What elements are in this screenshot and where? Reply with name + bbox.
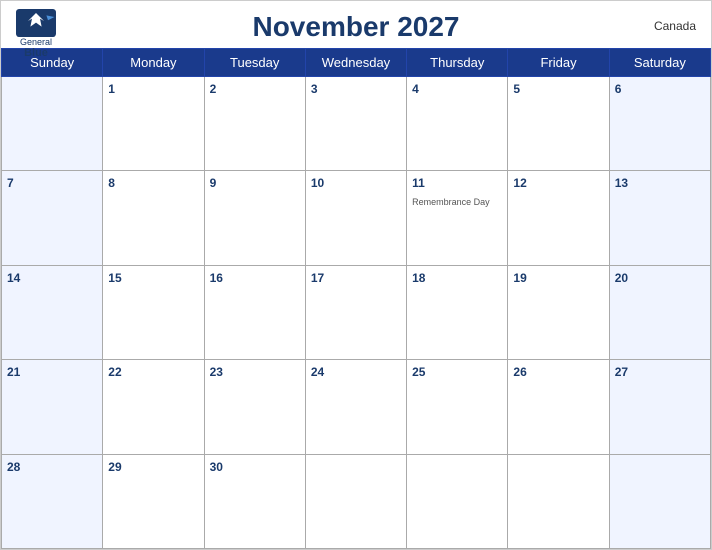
day-number: 14 (7, 271, 20, 285)
day-number: 16 (210, 271, 223, 285)
day-number: 13 (615, 176, 628, 190)
logo-blue: Blue (24, 47, 48, 59)
calendar-cell: 15 (103, 265, 204, 359)
calendar-cell: 6 (609, 77, 710, 171)
calendar-cell (508, 454, 609, 548)
calendar-cell: 2 (204, 77, 305, 171)
calendar-cell: 9 (204, 171, 305, 265)
calendar-week-row: 7 8 9 10 11 Remembrance Day 12 13 (2, 171, 711, 265)
day-number: 28 (7, 460, 20, 474)
calendar-cell: 18 (407, 265, 508, 359)
calendar-cell: 27 (609, 360, 710, 454)
header-monday: Monday (103, 49, 204, 77)
calendar-cell: 23 (204, 360, 305, 454)
calendar-cell (2, 77, 103, 171)
calendar-cell: 1 (103, 77, 204, 171)
calendar-cell (407, 454, 508, 548)
calendar-cell: 24 (305, 360, 406, 454)
calendar-cell: 22 (103, 360, 204, 454)
weekday-header-row: Sunday Monday Tuesday Wednesday Thursday… (2, 49, 711, 77)
day-number: 3 (311, 82, 318, 96)
day-number: 30 (210, 460, 223, 474)
calendar-cell: 7 (2, 171, 103, 265)
calendar-cell (305, 454, 406, 548)
day-number: 2 (210, 82, 217, 96)
country-label: Canada (654, 19, 696, 33)
day-number: 20 (615, 271, 628, 285)
day-number: 4 (412, 82, 419, 96)
calendar-cell: 4 (407, 77, 508, 171)
calendar-cell: 20 (609, 265, 710, 359)
calendar-cell: 14 (2, 265, 103, 359)
calendar-cell: 3 (305, 77, 406, 171)
day-number: 18 (412, 271, 425, 285)
day-number: 12 (513, 176, 526, 190)
calendar-cell: 17 (305, 265, 406, 359)
calendar-cell: 25 (407, 360, 508, 454)
calendar-title: November 2027 (252, 11, 459, 43)
calendar-container: General Blue November 2027 Canada Sunday… (0, 0, 712, 550)
day-number: 25 (412, 365, 425, 379)
calendar-cell: 26 (508, 360, 609, 454)
header-tuesday: Tuesday (204, 49, 305, 77)
calendar-week-row: 1 2 3 4 5 6 (2, 77, 711, 171)
calendar-cell: 12 (508, 171, 609, 265)
header-wednesday: Wednesday (305, 49, 406, 77)
calendar-cell: 16 (204, 265, 305, 359)
calendar-cell: 13 (609, 171, 710, 265)
event-label: Remembrance Day (412, 197, 490, 207)
header-saturday: Saturday (609, 49, 710, 77)
calendar-cell: 21 (2, 360, 103, 454)
logo-general: General (20, 37, 52, 47)
day-number: 8 (108, 176, 115, 190)
day-number: 22 (108, 365, 121, 379)
calendar-cell: 29 (103, 454, 204, 548)
logo-icon (16, 9, 56, 37)
logo: General Blue (16, 9, 56, 59)
day-number: 26 (513, 365, 526, 379)
day-number: 1 (108, 82, 115, 96)
calendar-cell: 30 (204, 454, 305, 548)
day-number: 27 (615, 365, 628, 379)
calendar-week-row: 21 22 23 24 25 26 27 (2, 360, 711, 454)
day-number: 5 (513, 82, 520, 96)
day-number: 9 (210, 176, 217, 190)
calendar-cell: 8 (103, 171, 204, 265)
day-number: 24 (311, 365, 324, 379)
header-thursday: Thursday (407, 49, 508, 77)
calendar-table: Sunday Monday Tuesday Wednesday Thursday… (1, 48, 711, 549)
day-number: 15 (108, 271, 121, 285)
day-number: 23 (210, 365, 223, 379)
header-friday: Friday (508, 49, 609, 77)
calendar-cell: 19 (508, 265, 609, 359)
calendar-cell: 11 Remembrance Day (407, 171, 508, 265)
calendar-cell: 5 (508, 77, 609, 171)
calendar-header: General Blue November 2027 Canada (1, 1, 711, 48)
day-number: 10 (311, 176, 324, 190)
day-number: 7 (7, 176, 14, 190)
day-number: 19 (513, 271, 526, 285)
day-number: 29 (108, 460, 121, 474)
day-number: 21 (7, 365, 20, 379)
day-number: 11 (412, 176, 425, 190)
calendar-cell (609, 454, 710, 548)
day-number: 6 (615, 82, 622, 96)
calendar-cell: 28 (2, 454, 103, 548)
calendar-cell: 10 (305, 171, 406, 265)
calendar-week-row: 14 15 16 17 18 19 20 (2, 265, 711, 359)
calendar-week-row: 28 29 30 (2, 454, 711, 548)
day-number: 17 (311, 271, 324, 285)
